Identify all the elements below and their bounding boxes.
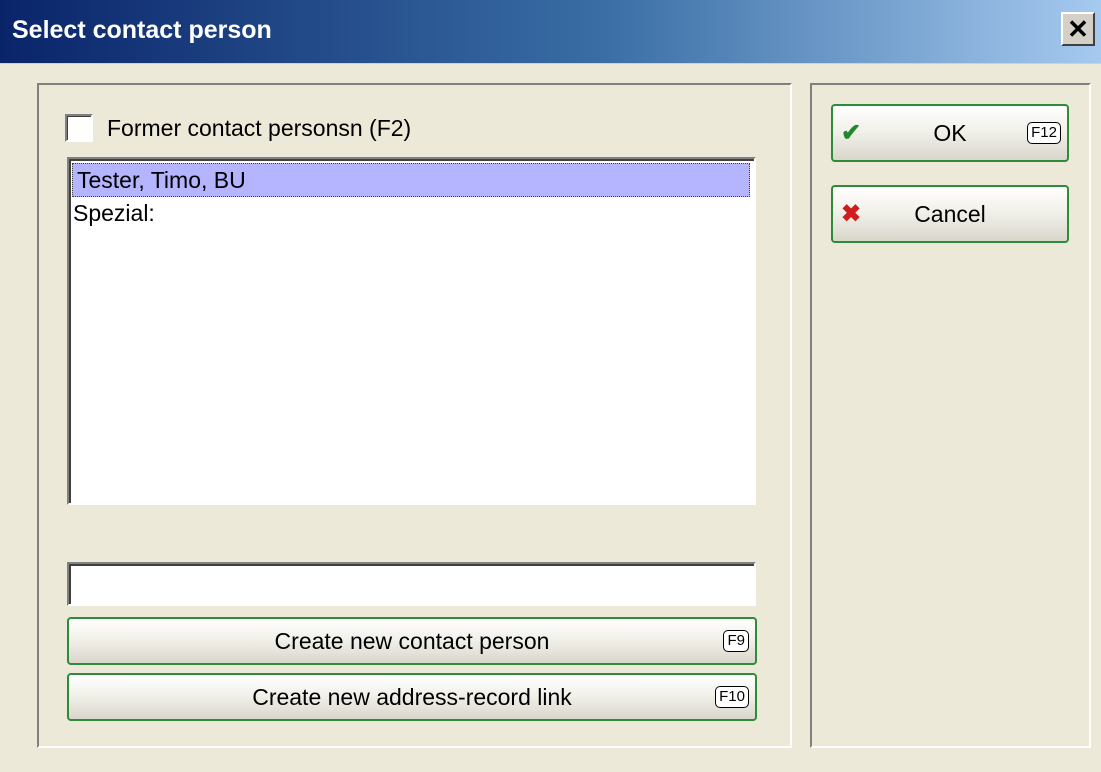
actions-panel xyxy=(810,83,1091,748)
f10-hotkey-badge: F10 xyxy=(715,686,749,708)
title-bar: Select contact person ✕ xyxy=(0,0,1101,64)
close-button[interactable]: ✕ xyxy=(1061,12,1095,46)
list-item[interactable]: Tester, Timo, BU xyxy=(72,163,750,197)
create-link-button[interactable]: Create new address-record link F10 xyxy=(67,673,757,721)
f9-hotkey-badge: F9 xyxy=(723,630,749,652)
former-contacts-label: Former contact personsn (F2) xyxy=(107,114,412,141)
window-title: Select contact person xyxy=(12,16,272,44)
check-icon: ✔ xyxy=(841,119,862,147)
close-icon: ✕ xyxy=(1067,13,1089,44)
cancel-label: Cancel xyxy=(914,200,986,227)
list-item[interactable]: Spezial: xyxy=(69,197,754,230)
search-input[interactable] xyxy=(67,562,756,606)
f12-hotkey-badge: F12 xyxy=(1027,122,1061,144)
cancel-button[interactable]: ✖ Cancel xyxy=(831,185,1069,243)
former-contacts-option[interactable]: Former contact personsn (F2) xyxy=(65,114,411,142)
ok-label: OK xyxy=(933,119,967,146)
ok-button[interactable]: ✔ OK F12 xyxy=(831,104,1069,162)
x-icon: ✖ xyxy=(841,200,862,228)
create-contact-label: Create new contact person xyxy=(274,627,550,654)
create-link-label: Create new address-record link xyxy=(252,683,572,710)
create-contact-button[interactable]: Create new contact person F9 xyxy=(67,617,757,665)
contacts-listbox[interactable]: Tester, Timo, BU Spezial: xyxy=(67,157,756,505)
former-contacts-checkbox[interactable] xyxy=(65,114,93,142)
